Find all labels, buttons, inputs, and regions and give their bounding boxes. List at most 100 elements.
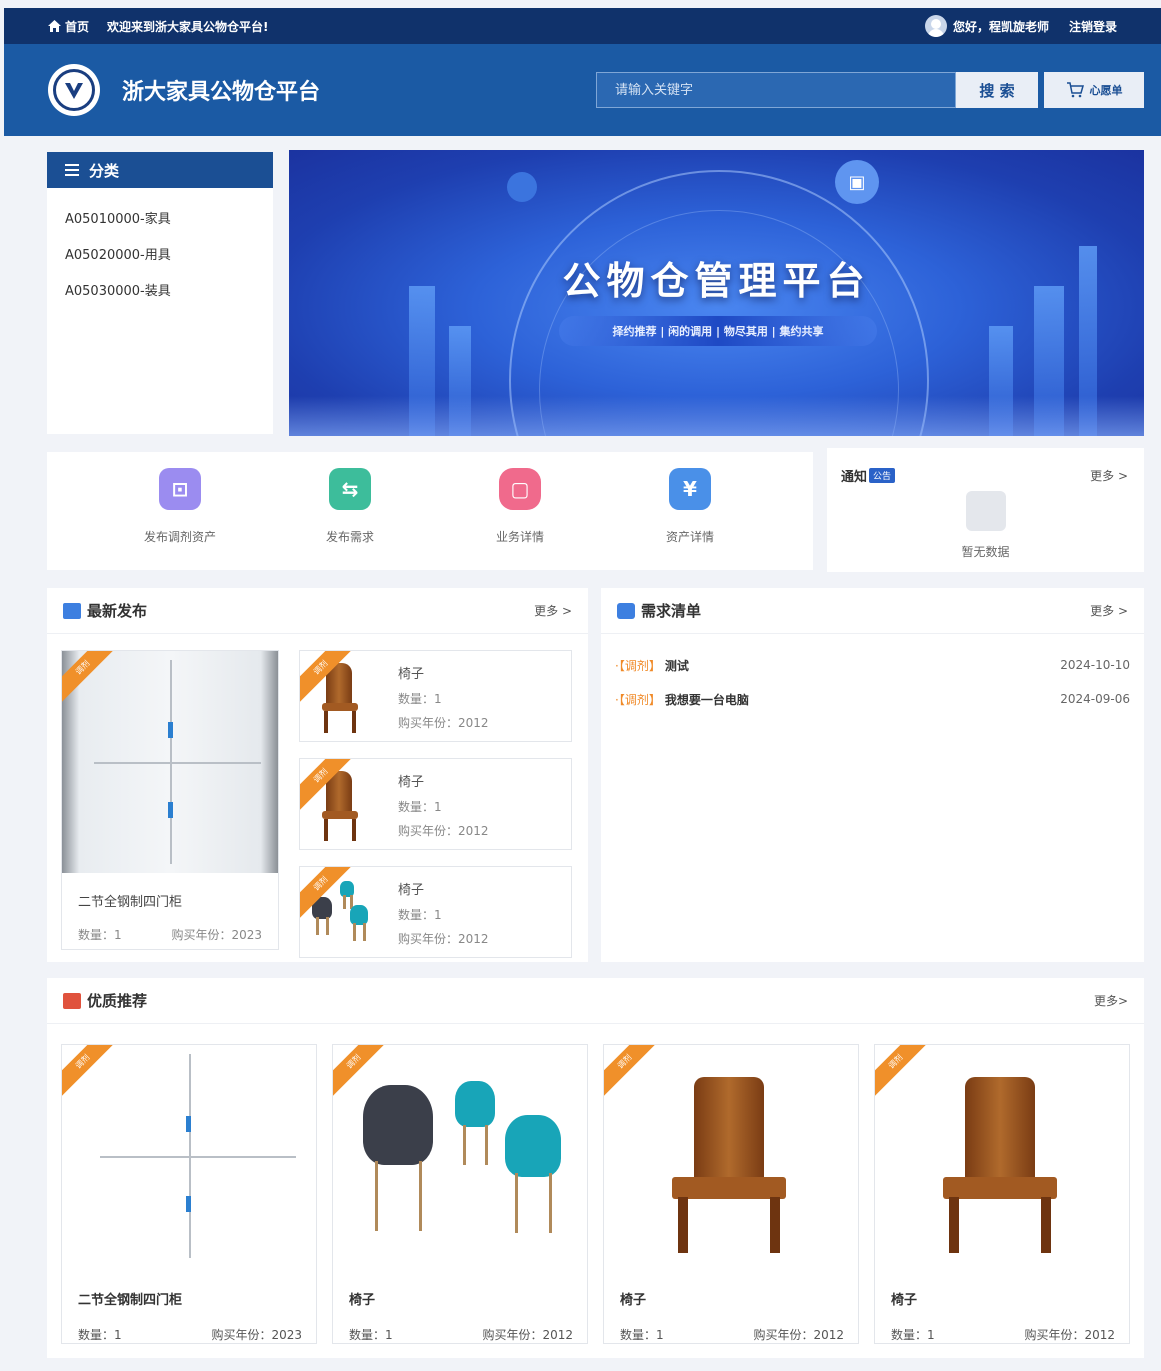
cabinet-image [62,651,278,873]
category-title: 分类 [89,161,120,180]
exchange-icon: ⇆ [329,468,371,510]
recommend-item-card[interactable]: 调剂 二节全钢制四门柜 数量：1 购买年份：2023 [61,1044,317,1344]
quick-label: 资产详情 [665,530,714,544]
wishlist-button[interactable]: 心愿单 [1044,72,1144,108]
user-info[interactable]: 您好，程凯旋老师 [924,15,1049,37]
demand-text: 测试 [664,658,689,673]
home-link[interactable]: 首页 [48,18,89,35]
item-year: 购买年份：2012 [753,1328,844,1342]
demand-item[interactable]: ·【调剂】 测试 2024-10-10 [615,648,1130,682]
item-qty: 数量：1 [78,1328,122,1342]
demand-date: 2024-09-06 [1060,692,1130,706]
category-list: A05010000-家具 A05020000-用具 A05030000-装具 [47,188,273,324]
recommend-item-card[interactable]: 调剂 椅子 数量：1 购买年份：2012 [332,1044,588,1344]
demand-item[interactable]: ·【调剂】 我想要一台电脑 2024-09-06 [615,682,1130,716]
recommend-panel: 优质推荐 更多> 调剂 二节全钢制四门柜 数量：1 购买年份：2023 调剂 椅… [47,978,1144,1358]
logout-link[interactable]: 注销登录 [1069,18,1117,35]
item-qty: 数量：1 [78,928,122,942]
item-year: 购买年份：2023 [171,928,262,942]
quick-publish-demand[interactable]: ⇆ 发布需求 [265,452,435,570]
demand-text: 我想要一台电脑 [664,692,749,707]
teal-chairs-image [333,1045,587,1267]
demand-date: 2024-10-10 [1060,658,1130,672]
chat-icon [617,602,635,619]
hero-banner[interactable]: ▣ 公物仓管理平台 择约推荐 | 闲的调用 | 物尽其用 | 集约共享 [289,150,1144,436]
banner-monitor-icon: ▣ [835,160,879,204]
latest-item-card[interactable]: 调剂 椅子 数量：1 购买年份：2012 [299,650,572,742]
banner-subtitle: 择约推荐 | 闲的调用 | 物尽其用 | 集约共享 [559,316,877,346]
item-qty: 数量：1 [620,1328,664,1342]
greeting-text: 您好，程凯旋老师 [952,19,1049,34]
university-logo[interactable] [48,64,100,116]
item-year: 购买年份：2012 [1024,1328,1115,1342]
item-name: 椅子 [620,1293,647,1308]
chair-image [604,1045,858,1267]
latest-panel: 最新发布 更多 > 调剂 二节全钢制四门柜 数量：1 购买年份：2023 调剂 … [47,588,588,962]
category-panel: 分类 A05010000-家具 A05020000-用具 A05030000-装… [47,152,273,434]
site-header: 浙大家具公物仓平台 搜 索 心愿单 [4,44,1161,136]
item-year: 购买年份：2012 [398,824,489,838]
demand-more-link[interactable]: 更多 > [1090,602,1128,619]
notice-tag: 公告 [869,468,896,483]
list-icon [65,164,79,176]
welcome-text: 欢迎来到浙大家具公物仓平台! [107,19,269,34]
home-icon [48,20,61,32]
empty-text: 暂无数据 [961,545,1010,559]
cart-icon [1066,82,1084,98]
search-button[interactable]: 搜 索 [956,72,1038,108]
quick-publish-asset[interactable]: ⊡ 发布调剂资产 [95,452,265,570]
latest-title: 最新发布 [87,602,148,620]
latest-icon [63,602,81,619]
empty-state: 暂无数据 [827,491,1144,560]
demand-panel: 需求清单 更多 > ·【调剂】 测试 2024-10-10 ·【调剂】 我想要一… [601,588,1144,962]
wishlist-label: 心愿单 [1089,84,1123,97]
briefcase-icon: ⊡ [159,468,201,510]
featured-item-card[interactable]: 调剂 二节全钢制四门柜 数量：1 购买年份：2023 [61,650,279,950]
banner-title: 公物仓管理平台 [562,259,871,303]
logo-emblem-icon [53,69,95,111]
demand-tag: ·【调剂】 [615,692,661,707]
quick-actions: ⊡ 发布调剂资产 ⇆ 发布需求 ▢ 业务详情 ¥ 资产详情 [47,452,813,570]
search-bar: 搜 索 心愿单 [596,72,1144,108]
item-name: 椅子 [398,667,425,682]
latest-more-link[interactable]: 更多 > [534,602,572,619]
item-name: 椅子 [398,775,425,790]
site-title: 浙大家具公物仓平台 [122,80,321,105]
bag-icon: ▢ [499,468,541,510]
notice-title: 通知 [841,470,868,485]
quick-label: 发布需求 [325,530,374,544]
item-name: 椅子 [891,1293,918,1308]
category-header: 分类 [47,152,273,188]
item-name: 二节全钢制四门柜 [78,895,183,910]
cabinet-image [62,1045,316,1267]
demand-title: 需求清单 [641,602,702,620]
item-year: 购买年份：2012 [482,1328,573,1342]
notice-more-link[interactable]: 更多 > [1090,467,1128,484]
top-bar: 首页 欢迎来到浙大家具公物仓平台! 您好，程凯旋老师 注销登录 [4,8,1161,44]
latest-item-card[interactable]: 调剂 椅子 数量：1 购买年份：2012 [299,866,572,958]
item-qty: 数量：1 [398,800,442,814]
item-year: 购买年份：2012 [398,932,489,946]
quick-asset-detail[interactable]: ¥ 资产详情 [605,452,775,570]
search-input[interactable] [596,72,956,108]
latest-item-card[interactable]: 调剂 椅子 数量：1 购买年份：2012 [299,758,572,850]
category-item-furniture[interactable]: A05010000-家具 [65,202,255,238]
item-qty: 数量：1 [398,908,442,922]
quick-business-detail[interactable]: ▢ 业务详情 [435,452,605,570]
item-qty: 数量：1 [349,1328,393,1342]
item-name: 椅子 [398,883,425,898]
monitor-yuan-icon: ¥ [669,468,711,510]
avatar [924,15,947,37]
category-item-equipment[interactable]: A05030000-装具 [65,274,255,310]
category-item-appliance[interactable]: A05020000-用具 [65,238,255,274]
item-name: 椅子 [349,1293,376,1308]
banner-leaf-icon [507,172,537,202]
recommend-title: 优质推荐 [87,992,148,1010]
recommend-more-link[interactable]: 更多> [1094,992,1128,1009]
item-year: 购买年份：2012 [398,716,489,730]
recommend-item-card[interactable]: 调剂 椅子 数量：1 购买年份：2012 [603,1044,859,1344]
demand-list: ·【调剂】 测试 2024-10-10 ·【调剂】 我想要一台电脑 2024-0… [601,634,1144,716]
quick-label: 发布调剂资产 [143,530,216,544]
recommend-item-card[interactable]: 调剂 椅子 数量：1 购买年份：2012 [874,1044,1130,1344]
item-qty: 数量：1 [891,1328,935,1342]
